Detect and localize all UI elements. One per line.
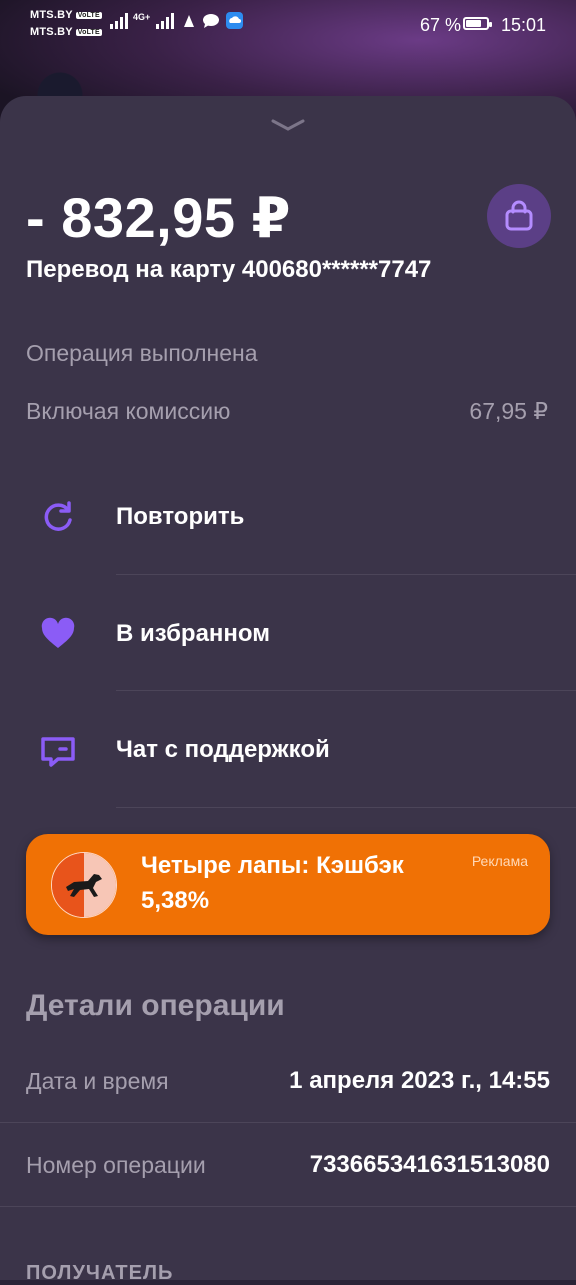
divider xyxy=(116,807,576,808)
datetime-label: Дата и время xyxy=(26,1068,169,1094)
operation-number-label: Номер операции xyxy=(26,1152,206,1178)
repeat-button[interactable]: Повторить xyxy=(0,458,576,574)
category-badge xyxy=(487,184,551,248)
heart-icon xyxy=(41,617,75,648)
chat-icon xyxy=(41,737,75,767)
carrier-2: MTS.BY VoLTE xyxy=(30,26,102,38)
recipient-section-header: ПОЛУЧАТЕЛЬ xyxy=(26,1262,174,1284)
favorite-button[interactable]: В избранном xyxy=(0,575,576,691)
app-notification-icon xyxy=(184,14,195,27)
divider xyxy=(0,1206,576,1207)
dog-icon xyxy=(66,874,102,897)
repeat-label: Повторить xyxy=(116,503,245,530)
shopping-bag-icon xyxy=(505,200,533,231)
carrier-1: MTS.BY VoLTE xyxy=(30,9,102,21)
cashback-ad-banner[interactable]: Четыре лапы: Кэшбэк 5,38% Реклама xyxy=(26,834,550,935)
collapse-handle-icon[interactable] xyxy=(271,118,305,132)
details-section-title: Детали операции xyxy=(26,989,285,1022)
operation-number-value[interactable]: 733665341631513080 xyxy=(310,1151,550,1179)
favorite-label: В избранном xyxy=(116,620,271,647)
cloud-app-icon xyxy=(226,12,244,29)
status-bar: MTS.BY VoLTE MTS.BY VoLTE 4G+ 67 % 15:01 xyxy=(0,0,576,48)
fee-value: 67,95 ₽ xyxy=(469,398,548,424)
message-icon xyxy=(203,13,220,28)
fee-label: Включая комиссию xyxy=(26,398,231,424)
clock: 15:01 xyxy=(501,15,547,35)
refresh-icon xyxy=(44,501,72,531)
ad-title: Четыре лапы: Кэшбэк xyxy=(141,852,404,879)
network-type: 4G+ xyxy=(133,11,151,22)
status-icons: 4G+ xyxy=(110,11,244,29)
ad-cashback-rate: 5,38% xyxy=(141,887,210,914)
support-chat-label: Чат с поддержкой xyxy=(116,736,330,763)
support-chat-button[interactable]: Чат с поддержкой xyxy=(0,691,576,807)
divider xyxy=(0,1122,576,1123)
partner-logo xyxy=(51,852,117,918)
transaction-amount: - 832,95 ₽ xyxy=(26,186,292,249)
battery-percent: 67 % xyxy=(420,15,462,35)
transaction-description: Перевод на карту 400680******7747 xyxy=(26,256,432,283)
battery-icon xyxy=(463,17,492,30)
signal-icon xyxy=(110,12,128,29)
datetime-value: 1 апреля 2023 г., 14:55 xyxy=(289,1067,550,1094)
operation-status: Операция выполнена xyxy=(26,340,258,366)
signal-2-icon xyxy=(156,12,175,29)
ad-label: Реклама xyxy=(471,853,528,869)
